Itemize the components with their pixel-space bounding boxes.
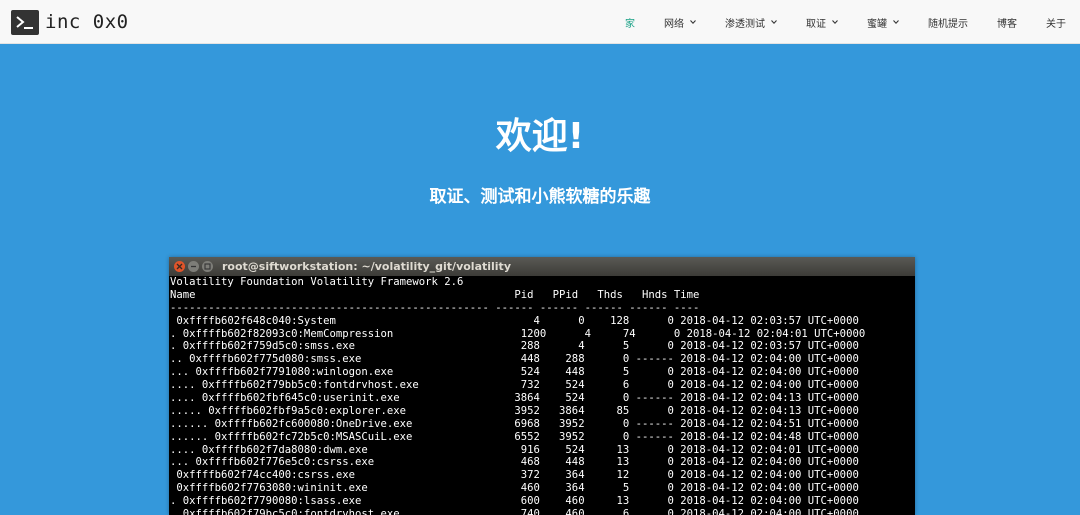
chevron-down-icon [771,19,777,25]
chevron-down-icon [893,19,899,25]
nav-item-label: 网络 [664,18,684,30]
chevron-down-icon [690,19,696,25]
nav-item-label: 蜜罐 [867,18,887,30]
terminal-line: 0xffffb602f7763080:wininit.exe 460 364 5… [170,482,859,495]
nav-item-3[interactable]: 取证 [806,15,838,30]
nav-item-4[interactable]: 蜜罐 [867,15,899,30]
nav-item-0[interactable]: 家 [625,15,635,30]
terminal-line: .... 0xffffb602fbf645c0:userinit.exe 386… [170,392,859,405]
terminal-line: ..... 0xffffb602fbf9a5c0:explorer.exe 39… [170,404,859,417]
terminal-line: ...... 0xffffb602fc600080:OneDrive.exe 6… [170,417,859,430]
terminal-prompt-icon [11,9,39,35]
minimize-icon[interactable] [188,261,199,272]
nav-item-2[interactable]: 渗透测试 [725,15,777,30]
terminal-line: .... 0xffffb602f79bb5c0:fontdrvhost.exe … [170,379,859,392]
brand-link[interactable]: inc 0x0 [11,9,129,35]
terminal-line: . 0xffffb602f79bc5c0:fontdrvhost.exe 740… [170,508,859,515]
maximize-icon[interactable] [202,261,213,272]
nav-item-6[interactable]: 博客 [997,15,1017,30]
terminal-line: 0xffffb602f74cc400:csrss.exe 372 364 12 … [170,469,859,482]
terminal-line: Volatility Foundation Volatility Framewo… [170,276,464,288]
terminal-line: .. 0xffffb602f775d080:smss.exe 448 288 0… [170,353,859,366]
hero-title: 欢迎! [495,116,585,157]
terminal-line: ----------------------------------------… [170,301,700,314]
terminal-title: root@siftworkstation: ~/volatility_git/v… [222,260,511,273]
nav-item-label: 渗透测试 [725,18,765,30]
terminal-line: Name Pid PPid Thds Hnds Time [170,288,700,301]
terminal-output[interactable]: Volatility Foundation Volatility Framewo… [169,276,915,515]
nav-item-label: 家 [625,18,635,30]
terminal-line: ...... 0xffffb602fc72b5c0:MSASCuiL.exe 6… [170,430,859,443]
nav-item-label: 关于 [1046,18,1066,30]
nav-item-7[interactable]: 关于 [1046,15,1066,30]
terminal-line: . 0xffffb602f82093c0:MemCompression 1200… [170,327,866,340]
brand-name: inc 0x0 [45,11,129,33]
terminal-window: root@siftworkstation: ~/volatility_git/v… [169,257,915,515]
terminal-titlebar[interactable]: root@siftworkstation: ~/volatility_git/v… [169,257,915,276]
nav-item-label: 取证 [806,18,826,30]
nav-menu: 家 网络 渗透测试 取证 蜜罐 随机提示 博客 关于 [596,0,1066,44]
chevron-down-icon [832,19,838,25]
terminal-line: . 0xffffb602f7790080:lsass.exe 600 460 1… [170,495,859,508]
terminal-line: .... 0xffffb602f7da8080:dwm.exe 916 524 … [170,443,859,456]
nav-item-label: 随机提示 [928,18,968,30]
navbar: inc 0x0 家 网络 渗透测试 取证 蜜罐 随机提示 博客 关于 [0,0,1080,44]
nav-item-1[interactable]: 网络 [664,15,696,30]
terminal-line: 0xffffb602f648c040:System 4 0 128 0 2018… [170,314,859,327]
terminal-line: ... 0xffffb602f7791080:winlogon.exe 524 … [170,366,859,379]
nav-item-5[interactable]: 随机提示 [928,15,968,30]
hero-subtitle: 取证、测试和小熊软糖的乐趣 [429,187,651,207]
close-icon[interactable] [174,261,185,272]
nav-item-label: 博客 [997,18,1017,30]
terminal-line: . 0xffffb602f759d5c0:smss.exe 288 4 5 0 … [170,340,859,353]
terminal-line: ... 0xffffb602f776e5c0:csrss.exe 468 448… [170,456,859,469]
